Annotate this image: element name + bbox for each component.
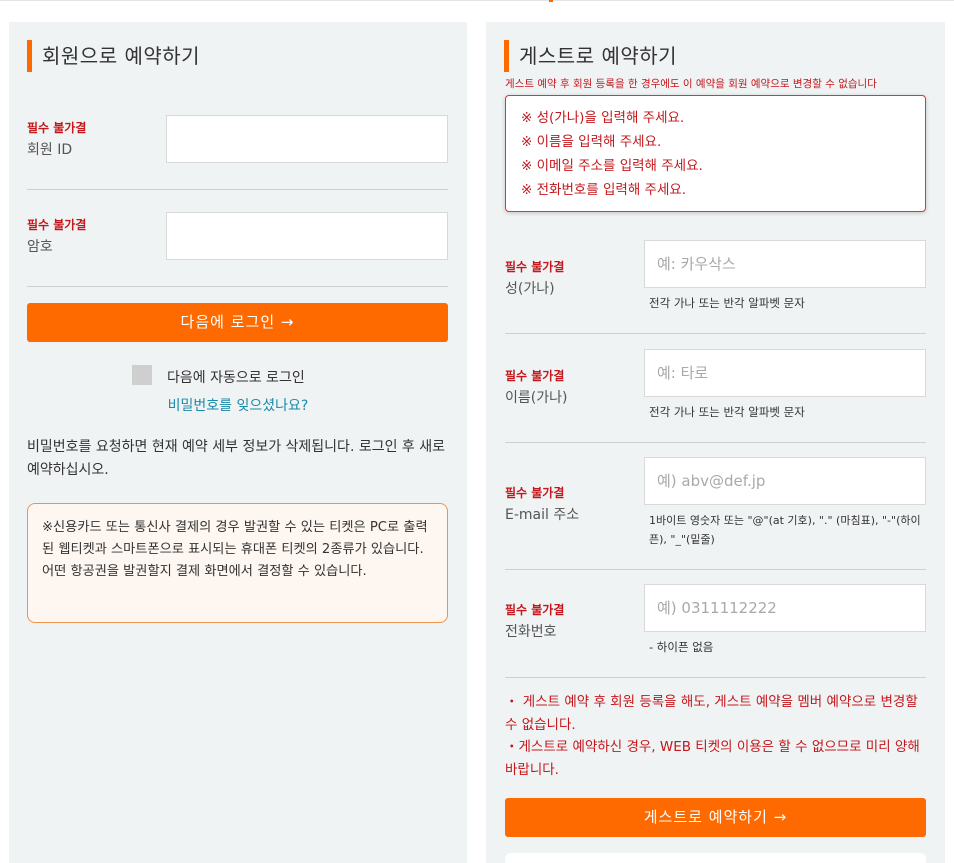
name-hint: 전각 가나 또는 반각 알파벳 문자 bbox=[649, 405, 805, 419]
email-hint: 1바이트 영숫자 또는 "@"(at 기호), "." (마침표), "-"(하… bbox=[649, 514, 921, 546]
member-id-required: 필수 불가결 bbox=[27, 121, 87, 135]
top-accent-mark bbox=[549, 0, 553, 2]
error-message: ※ 이름을 입력해 주세요. bbox=[521, 134, 662, 150]
divider bbox=[505, 677, 926, 678]
surname-hint: 전각 가나 또는 반각 알파벳 문자 bbox=[649, 296, 805, 310]
forgot-password-link[interactable]: 비밀번호를 잊으셨나요? bbox=[9, 395, 467, 415]
error-message: ※ 전화번호를 입력해 주세요. bbox=[521, 182, 687, 198]
auto-login-checkbox[interactable] bbox=[132, 365, 152, 385]
divider bbox=[505, 333, 926, 334]
member-heading: 회원으로 예약하기 bbox=[27, 40, 200, 72]
name-input[interactable] bbox=[644, 349, 926, 397]
member-info-text: 비밀번호를 요청하면 현재 예약 세부 정보가 삭제됩니다. 로그인 후 새로 … bbox=[27, 439, 446, 478]
ticket-notice-line: ※신용카드 또는 통신사 결제의 경우 발권할 수 있는 티켓은 PC로 출력된… bbox=[42, 520, 428, 557]
name-label: 이름(가나) bbox=[505, 390, 568, 406]
ticket-notice-line: 어떤 항공권을 발권할지 결제 화면에서 결정할 수 있습니다. bbox=[42, 564, 367, 579]
phone-hint: - 하이픈 없음 bbox=[649, 640, 714, 654]
member-login-panel: 회원으로 예약하기 필수 불가결 회원 ID 필수 불가결 암호 다음에 로그인… bbox=[9, 22, 467, 863]
phone-required: 필수 불가결 bbox=[505, 603, 565, 617]
name-required: 필수 불가결 bbox=[505, 369, 565, 383]
phone-label: 전화번호 bbox=[505, 624, 557, 640]
ticket-notice-box: ※신용카드 또는 통신사 결제의 경우 발권할 수 있는 티켓은 PC로 출력된… bbox=[27, 503, 448, 623]
error-message-box: ※ 성(가나)을 입력해 주세요. ※ 이름을 입력해 주세요. ※ 이메일 주… bbox=[505, 95, 926, 212]
next-section-card bbox=[505, 853, 926, 863]
phone-input[interactable] bbox=[644, 584, 926, 632]
guest-booking-button[interactable]: 게스트로 예약하기 → bbox=[505, 798, 926, 837]
divider bbox=[505, 442, 926, 443]
surname-input[interactable] bbox=[644, 240, 926, 288]
divider bbox=[27, 189, 448, 190]
surname-required: 필수 불가결 bbox=[505, 260, 565, 274]
email-label: E-mail 주소 bbox=[505, 507, 580, 523]
login-button[interactable]: 다음에 로그인 → bbox=[27, 303, 448, 342]
guest-note: ・ 게스트 예약 후 회원 등록을 해도, 게스트 예약을 멤버 예약으로 변경… bbox=[505, 694, 918, 733]
auto-login-label: 다음에 자동으로 로그인 bbox=[167, 370, 305, 386]
member-password-input[interactable] bbox=[166, 212, 448, 260]
surname-label: 성(가나) bbox=[505, 281, 555, 297]
guest-heading: 게스트로 예약하기 bbox=[504, 40, 677, 72]
guest-note: ・게스트로 예약하신 경우, WEB 티켓의 이용은 할 수 없으므로 미리 양… bbox=[505, 739, 920, 778]
guest-booking-panel: 게스트로 예약하기 게스트 예약 후 회원 등록을 한 경우에도 이 예약을 회… bbox=[486, 22, 945, 863]
top-divider bbox=[0, 0, 954, 1]
divider bbox=[27, 286, 448, 287]
divider bbox=[505, 569, 926, 570]
member-password-required: 필수 불가결 bbox=[27, 218, 87, 232]
member-password-label: 암호 bbox=[27, 239, 53, 255]
email-input[interactable] bbox=[644, 457, 926, 505]
error-message: ※ 이메일 주소를 입력해 주세요. bbox=[521, 158, 703, 174]
error-message: ※ 성(가나)을 입력해 주세요. bbox=[521, 110, 685, 126]
member-id-label: 회원 ID bbox=[27, 142, 73, 158]
email-required: 필수 불가결 bbox=[505, 486, 565, 500]
member-id-input[interactable] bbox=[166, 115, 448, 163]
guest-warning: 게스트 예약 후 회원 등록을 한 경우에도 이 예약을 회원 예약으로 변경할… bbox=[505, 78, 877, 90]
